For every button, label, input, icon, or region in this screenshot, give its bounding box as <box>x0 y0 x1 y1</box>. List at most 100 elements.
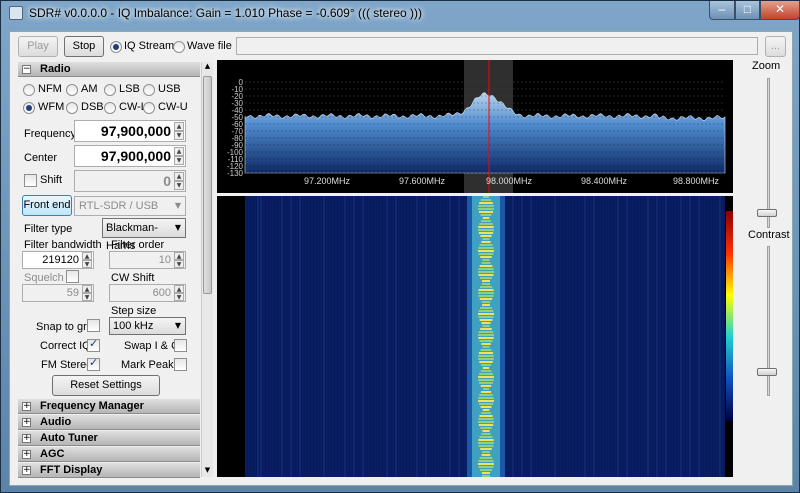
mode-nfm-radio[interactable] <box>23 84 35 96</box>
signal-core <box>479 361 493 363</box>
mode-dsb-label: DSB <box>81 101 104 113</box>
stop-button[interactable]: Stop <box>64 36 104 57</box>
spin-down-icon[interactable]: ▼ <box>82 293 92 301</box>
signal-core <box>480 235 492 237</box>
filter-bandwidth-input[interactable]: 219120 ▲ ▼ <box>22 251 94 269</box>
front-end-button[interactable]: Front end <box>22 195 72 216</box>
shift-checkbox[interactable] <box>24 174 37 187</box>
waterfall-noise <box>647 196 649 477</box>
scroll-down-icon[interactable]: ▼ <box>202 466 213 477</box>
mode-cwl-radio[interactable] <box>104 102 116 114</box>
swap-iq-checkbox[interactable] <box>174 339 187 352</box>
mark-peaks-checkbox[interactable] <box>174 358 187 371</box>
filter-type-label: Filter type <box>24 223 73 235</box>
browse-button[interactable]: ... <box>765 36 786 57</box>
signal-core <box>478 460 494 462</box>
shift-input[interactable]: 0 ▲ ▼ <box>74 170 186 192</box>
signal-core <box>478 295 494 297</box>
cw-shift-input[interactable]: 600 ▲ ▼ <box>109 284 186 302</box>
spin-down-icon[interactable]: ▼ <box>82 260 92 268</box>
signal-core <box>478 316 494 318</box>
mode-wfm-radio[interactable] <box>23 102 35 114</box>
mode-usb-radio[interactable] <box>143 84 155 96</box>
spectrum-view[interactable]: 0 -10 -20 -30 -40 -50 -60 -70 -80 -90 -100 -110 -120… <box>217 60 733 193</box>
snap-to-grid-checkbox[interactable] <box>87 319 100 332</box>
contrast-slider[interactable] <box>757 368 777 376</box>
zoom-slider[interactable] <box>757 209 777 217</box>
spin-up-icon[interactable]: ▲ <box>82 252 92 260</box>
waterfall-noise <box>515 196 517 477</box>
frequency-input[interactable]: 97,900,000 ▲ ▼ <box>74 120 186 142</box>
signal-core <box>480 256 492 258</box>
signal-core <box>482 304 490 306</box>
spin-up-icon[interactable]: ▲ <box>82 285 92 293</box>
signal-core <box>479 469 493 471</box>
mode-am-radio[interactable] <box>66 84 78 96</box>
spin-down-icon[interactable]: ▼ <box>174 131 184 140</box>
waterfall-noise <box>371 196 373 477</box>
spin-down-icon[interactable]: ▼ <box>174 260 184 268</box>
signal-core <box>478 400 494 402</box>
play-button[interactable]: Play <box>18 36 58 57</box>
spin-up-icon[interactable]: ▲ <box>174 147 184 156</box>
signal-core <box>481 220 491 222</box>
waterfall-noise <box>656 196 658 477</box>
frequency-manager-header[interactable]: + Frequency Manager <box>18 399 200 414</box>
waterfall-noise <box>377 196 379 477</box>
scrollbar-thumb[interactable] <box>203 76 212 294</box>
x-tick-label: 98.800MHz <box>673 176 720 186</box>
audio-header[interactable]: + Audio <box>18 415 200 430</box>
spin-down-icon[interactable]: ▼ <box>174 293 184 301</box>
mode-cwu-radio[interactable] <box>143 102 155 114</box>
signal-core <box>478 352 494 354</box>
signal-core <box>481 364 491 366</box>
minimize-button[interactable]: – <box>709 1 735 20</box>
waterfall-view[interactable] <box>217 196 733 477</box>
waterfall-noise <box>404 196 406 477</box>
spin-up-icon[interactable]: ▲ <box>174 122 184 131</box>
mode-dsb-radio[interactable] <box>66 102 78 114</box>
center-input[interactable]: 97,900,000 ▲ ▼ <box>74 145 186 167</box>
signal-core <box>482 430 490 432</box>
waterfall-noise <box>614 196 616 477</box>
spin-up-icon[interactable]: ▲ <box>174 252 184 260</box>
fm-stereo-checkbox[interactable] <box>87 356 100 371</box>
squelch-checkbox[interactable] <box>66 270 79 283</box>
waterfall-noise <box>251 196 253 477</box>
waterfall-noise <box>326 196 328 477</box>
reset-settings-button[interactable]: Reset Settings <box>52 375 160 396</box>
spin-up-icon[interactable]: ▲ <box>174 172 184 181</box>
filter-order-input[interactable]: 10 ▲ ▼ <box>109 251 186 269</box>
iq-stream-radio[interactable] <box>110 41 122 53</box>
close-button[interactable]: ✕ <box>760 1 800 20</box>
front-end-select[interactable]: RTL-SDR / USB ▼ <box>74 196 186 216</box>
waterfall-noise <box>722 196 724 477</box>
signal-core <box>478 424 494 426</box>
fft-display-header[interactable]: + FFT Display <box>18 463 200 478</box>
correct-iq-checkbox[interactable] <box>87 337 100 352</box>
filter-type-select[interactable]: Blackman-Harris ▼ <box>102 218 186 252</box>
wave-file-radio[interactable] <box>173 41 185 53</box>
spin-down-icon[interactable]: ▼ <box>174 181 184 190</box>
settings-scrollbar[interactable]: ▲ ▼ <box>201 62 213 477</box>
maximize-button[interactable]: □ <box>735 1 760 20</box>
waterfall-noise <box>329 196 331 477</box>
window-title: SDR# v0.0.0.0 - IQ Imbalance: Gain = 1.0… <box>29 6 422 20</box>
auto-tuner-header[interactable]: + Auto Tuner <box>18 431 200 446</box>
wave-file-path[interactable] <box>236 37 758 55</box>
waterfall-noise <box>512 196 514 477</box>
agc-header[interactable]: + AGC <box>18 447 200 462</box>
step-size-label: Step size <box>111 305 157 317</box>
signal-core <box>481 343 491 345</box>
radio-panel-header[interactable]: − Radio <box>18 62 200 77</box>
waterfall-noise <box>632 196 634 477</box>
mode-lsb-radio[interactable] <box>104 84 116 96</box>
spin-down-icon[interactable]: ▼ <box>174 156 184 165</box>
spin-up-icon[interactable]: ▲ <box>174 285 184 293</box>
step-size-select[interactable]: 100 kHz ▼ <box>109 317 186 335</box>
scroll-up-icon[interactable]: ▲ <box>202 62 213 73</box>
signal-core <box>481 262 491 264</box>
waterfall-noise <box>374 196 376 477</box>
squelch-input[interactable]: 59 ▲ ▼ <box>22 284 94 302</box>
waterfall-noise <box>365 196 367 477</box>
